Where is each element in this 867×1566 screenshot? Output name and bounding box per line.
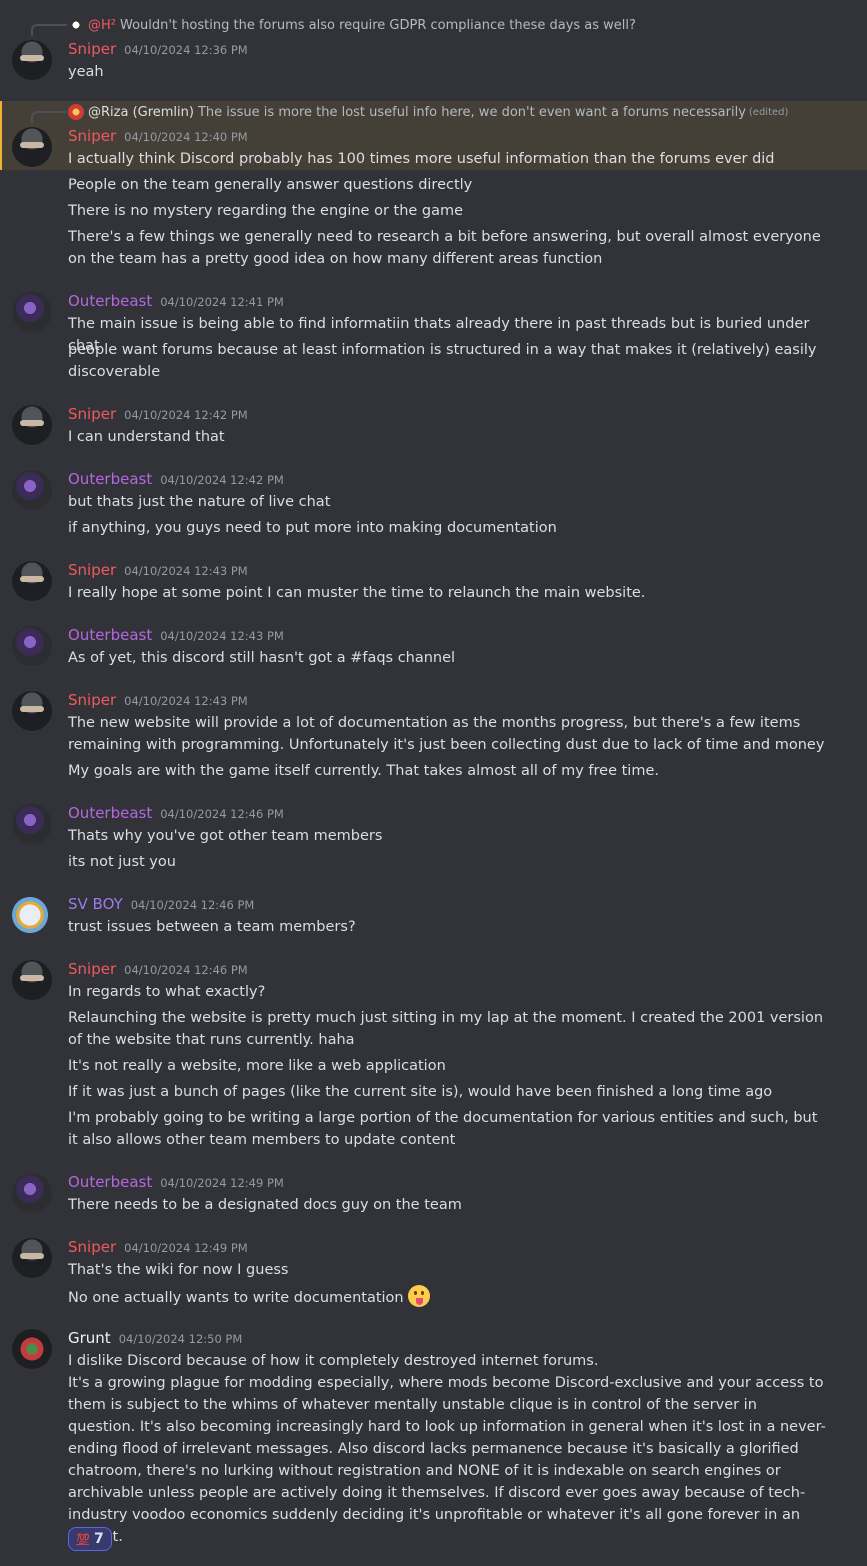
message-text: I really hope at some point I can muster… bbox=[68, 585, 646, 601]
avatar[interactable] bbox=[12, 960, 52, 1000]
timestamp[interactable]: 04/10/2024 12:43 PM bbox=[160, 629, 284, 643]
author-name[interactable]: Sniper bbox=[68, 40, 116, 58]
reaction-count: 7 bbox=[93, 1531, 104, 1547]
chat-message-list: @H² Wouldn't hosting the forums also req… bbox=[0, 0, 867, 1566]
message-header: Sniper 04/10/2024 12:46 PM bbox=[68, 960, 248, 978]
author-name[interactable]: SV BOY bbox=[68, 895, 123, 913]
message-text: but thats just the nature of live chat bbox=[68, 494, 331, 510]
riza-avatar-icon bbox=[68, 104, 84, 120]
avatar[interactable] bbox=[12, 405, 52, 445]
reply-connector bbox=[31, 24, 67, 36]
reply-author[interactable]: @H² bbox=[88, 18, 116, 33]
author-name[interactable]: Sniper bbox=[68, 561, 116, 579]
message-text: Thats why you've got other team members bbox=[68, 828, 383, 844]
message-text: If it was just a bunch of pages (like th… bbox=[68, 1084, 773, 1100]
message-text: I'm probably going to be writing a large… bbox=[68, 1110, 818, 1148]
message-text: There's a few things we generally need t… bbox=[68, 229, 821, 267]
author-name[interactable]: Outerbeast bbox=[68, 1173, 152, 1191]
author-name[interactable]: Outerbeast bbox=[68, 626, 152, 644]
message-text: its not just you bbox=[68, 854, 176, 870]
edited-label: (edited) bbox=[748, 106, 789, 118]
message-text: I dislike Discord because of how it comp… bbox=[68, 1353, 599, 1369]
message-header: Outerbeast 04/10/2024 12:41 PM bbox=[68, 292, 284, 310]
avatar[interactable] bbox=[12, 127, 52, 167]
message-text: People on the team generally answer ques… bbox=[68, 177, 473, 193]
timestamp[interactable]: 04/10/2024 12:43 PM bbox=[124, 694, 248, 708]
author-name[interactable]: Sniper bbox=[68, 1238, 116, 1256]
message-text: There needs to be a designated docs guy … bbox=[68, 1197, 462, 1213]
reply-preview[interactable]: @H² Wouldn't hosting the forums also req… bbox=[68, 15, 636, 35]
timestamp[interactable]: 04/10/2024 12:42 PM bbox=[124, 408, 248, 422]
message-text: As of yet, this discord still hasn't got… bbox=[68, 650, 456, 666]
timestamp[interactable]: 04/10/2024 12:49 PM bbox=[124, 1241, 248, 1255]
message-text: Relaunching the website is pretty much j… bbox=[68, 1010, 824, 1048]
avatar[interactable] bbox=[12, 470, 52, 510]
author-name[interactable]: Sniper bbox=[68, 691, 116, 709]
message-text: I can understand that bbox=[68, 429, 225, 445]
author-name[interactable]: Sniper bbox=[68, 405, 116, 423]
avatar[interactable] bbox=[12, 626, 52, 666]
timestamp[interactable]: 04/10/2024 12:49 PM bbox=[160, 1176, 284, 1190]
timestamp[interactable]: 04/10/2024 12:46 PM bbox=[160, 807, 284, 821]
message-text: yeah bbox=[68, 64, 104, 80]
message-text: trust issues between a team members? bbox=[68, 919, 356, 935]
message-text: It's a growing plague for modding especi… bbox=[68, 1375, 826, 1545]
message-header: Sniper 04/10/2024 12:36 PM bbox=[68, 40, 248, 58]
tongue-out-emoji-icon[interactable] bbox=[407, 1285, 430, 1307]
reply-text[interactable]: Wouldn't hosting the forums also require… bbox=[120, 18, 636, 33]
message-text: That's the wiki for now I guess bbox=[68, 1262, 289, 1278]
avatar[interactable] bbox=[12, 691, 52, 731]
timestamp[interactable]: 04/10/2024 12:46 PM bbox=[124, 963, 248, 977]
reply-author[interactable]: @Riza (Gremlin) bbox=[88, 105, 194, 120]
message-text: The new website will provide a lot of do… bbox=[68, 715, 825, 753]
avatar[interactable] bbox=[12, 1238, 52, 1278]
avatar[interactable] bbox=[12, 1329, 52, 1369]
message-header: Outerbeast 04/10/2024 12:43 PM bbox=[68, 626, 284, 644]
author-name[interactable]: Sniper bbox=[68, 127, 116, 145]
message-header: Sniper 04/10/2024 12:49 PM bbox=[68, 1238, 248, 1256]
message-text: if anything, you guys need to put more i… bbox=[68, 520, 557, 536]
message-header: Sniper 04/10/2024 12:43 PM bbox=[68, 691, 248, 709]
message-header: Grunt 04/10/2024 12:50 PM bbox=[68, 1329, 242, 1347]
message-text: In regards to what exactly? bbox=[68, 984, 266, 1000]
message-text: people want forums because at least info… bbox=[68, 342, 817, 380]
message-header: Sniper 04/10/2024 12:43 PM bbox=[68, 561, 248, 579]
author-name[interactable]: Outerbeast bbox=[68, 804, 152, 822]
avatar[interactable] bbox=[12, 292, 52, 332]
timestamp[interactable]: 04/10/2024 12:40 PM bbox=[124, 130, 248, 144]
avatar[interactable] bbox=[12, 561, 52, 601]
timestamp[interactable]: 04/10/2024 12:36 PM bbox=[124, 43, 248, 57]
message-text: There is no mystery regarding the engine… bbox=[68, 203, 464, 219]
ping-pong-avatar-icon bbox=[68, 17, 84, 33]
timestamp[interactable]: 04/10/2024 12:46 PM bbox=[131, 898, 255, 912]
message-text: It's not really a website, more like a w… bbox=[68, 1058, 446, 1074]
timestamp[interactable]: 04/10/2024 12:42 PM bbox=[160, 473, 284, 487]
message-text-with-emoji: No one actually wants to write documenta… bbox=[68, 1285, 828, 1309]
author-name[interactable]: Outerbeast bbox=[68, 292, 152, 310]
message-header: SV BOY 04/10/2024 12:46 PM bbox=[68, 895, 254, 913]
reply-connector bbox=[31, 111, 67, 123]
message-text: I actually think Discord probably has 10… bbox=[68, 151, 775, 167]
author-name[interactable]: Sniper bbox=[68, 960, 116, 978]
message-header: Sniper 04/10/2024 12:42 PM bbox=[68, 405, 248, 423]
timestamp[interactable]: 04/10/2024 12:41 PM bbox=[160, 295, 284, 309]
avatar[interactable] bbox=[12, 1173, 52, 1213]
timestamp[interactable]: 04/10/2024 12:43 PM bbox=[124, 564, 248, 578]
hundred-points-icon: 💯 bbox=[76, 1532, 90, 1546]
avatar[interactable] bbox=[12, 804, 52, 844]
message-header: Outerbeast 04/10/2024 12:49 PM bbox=[68, 1173, 284, 1191]
avatar[interactable] bbox=[12, 895, 52, 935]
reply-preview[interactable]: @Riza (Gremlin) The issue is more the lo… bbox=[68, 102, 788, 122]
message-header: Sniper 04/10/2024 12:40 PM bbox=[68, 127, 248, 145]
timestamp[interactable]: 04/10/2024 12:50 PM bbox=[119, 1332, 243, 1346]
message-header: Outerbeast 04/10/2024 12:42 PM bbox=[68, 470, 284, 488]
message-text: No one actually wants to write documenta… bbox=[68, 1290, 404, 1306]
author-name[interactable]: Grunt bbox=[68, 1329, 111, 1347]
author-name[interactable]: Outerbeast bbox=[68, 470, 152, 488]
reaction-button[interactable]: 💯 7 bbox=[68, 1527, 112, 1551]
message-text: My goals are with the game itself curren… bbox=[68, 763, 659, 779]
reply-text[interactable]: The issue is more the lost useful info h… bbox=[198, 105, 746, 120]
avatar[interactable] bbox=[12, 40, 52, 80]
message-header: Outerbeast 04/10/2024 12:46 PM bbox=[68, 804, 284, 822]
